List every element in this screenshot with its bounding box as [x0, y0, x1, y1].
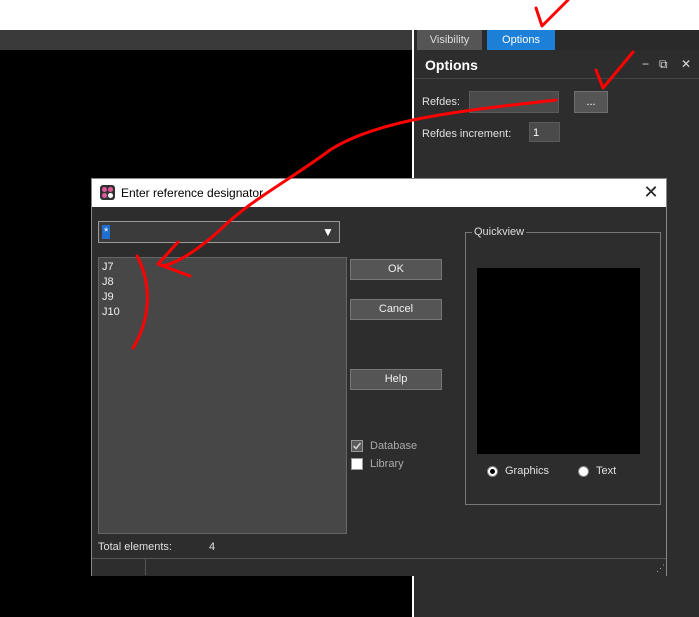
- statusbar-divider: [145, 559, 146, 575]
- refdes-filter-combobox[interactable]: [98, 221, 340, 243]
- refdes-increment-input[interactable]: 1: [529, 122, 560, 142]
- tab-options[interactable]: Options: [487, 30, 555, 50]
- browse-refdes-button[interactable]: ...: [574, 91, 608, 113]
- tab-visibility[interactable]: Visibility: [417, 30, 482, 50]
- library-checkbox[interactable]: [351, 458, 363, 470]
- minimize-icon[interactable]: −: [642, 58, 649, 70]
- refdes-label: Refdes:: [422, 96, 460, 108]
- graphics-radio[interactable]: [487, 466, 498, 477]
- checkmark-icon: [352, 442, 362, 450]
- refdes-listbox[interactable]: [98, 257, 347, 534]
- total-elements-value: 4: [209, 541, 216, 553]
- dropdown-arrow-icon[interactable]: ▼: [322, 225, 334, 239]
- refdes-input[interactable]: [469, 91, 559, 113]
- dialog-title: Enter reference designator: [121, 186, 264, 200]
- restore-icon[interactable]: ⧉: [659, 58, 668, 70]
- close-icon[interactable]: ✕: [681, 58, 691, 70]
- panel-divider: [414, 78, 699, 79]
- graphics-label: Graphics: [505, 465, 550, 477]
- cancel-button[interactable]: Cancel: [350, 299, 442, 320]
- panel-title: Options: [425, 57, 478, 73]
- ok-button[interactable]: OK: [350, 259, 442, 280]
- refdes-increment-label: Refdes increment:: [422, 128, 512, 140]
- quickview-label: Quickview: [472, 226, 527, 238]
- close-icon[interactable]: ✕: [642, 182, 660, 202]
- dialog-statusbar: [92, 558, 666, 576]
- total-elements-label: Total elements:: [98, 541, 172, 553]
- quickview-preview: [477, 268, 640, 454]
- library-label: Library: [370, 458, 404, 470]
- annotation-checkmark-tab: [534, 0, 570, 28]
- text-label: Text: [596, 465, 617, 477]
- database-label: Database: [370, 440, 418, 452]
- database-checkbox[interactable]: [351, 440, 363, 452]
- resize-grip-icon[interactable]: ⋰: [656, 563, 665, 574]
- help-button[interactable]: Help: [350, 369, 442, 390]
- refdes-filter-value[interactable]: *: [102, 225, 111, 239]
- app-toolbar-strip: [0, 30, 412, 50]
- text-radio[interactable]: [578, 466, 589, 477]
- list-item[interactable]: J9: [102, 290, 114, 304]
- list-item[interactable]: J8: [102, 275, 114, 289]
- list-item[interactable]: J10: [102, 305, 120, 319]
- list-item[interactable]: J7: [102, 260, 114, 274]
- app-icon: [100, 185, 115, 200]
